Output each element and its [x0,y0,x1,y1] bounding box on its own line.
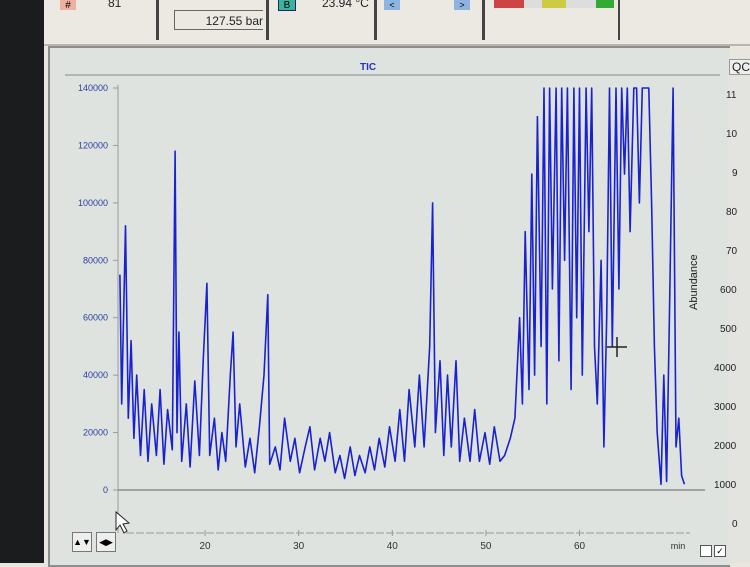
x-tick-label: 30 [293,541,305,552]
y-tick-label: 40000 [83,370,108,380]
crosshair-cursor-icon [607,337,627,357]
y-tick-label: 0 [103,485,108,495]
y-tick-label: 60000 [83,313,108,323]
y-tick-label: 20000 [83,428,108,438]
x-tick-label: 40 [387,541,399,552]
y-tick-label: 80000 [83,255,108,265]
x-axis-label: min [671,541,686,551]
tic-chart: 0 20000 40000 60000 80000 100000 120000 140000 2… [65,74,720,552]
y-tick-label: 100000 [78,198,108,208]
x-tick-label: 20 [200,541,212,552]
tic-trace-line [119,87,686,486]
y-tick-label: 120000 [78,140,108,150]
y-tick-label: 140000 [78,83,108,93]
x-tick-label: 50 [480,541,492,552]
x-tick-label: 60 [574,541,586,552]
